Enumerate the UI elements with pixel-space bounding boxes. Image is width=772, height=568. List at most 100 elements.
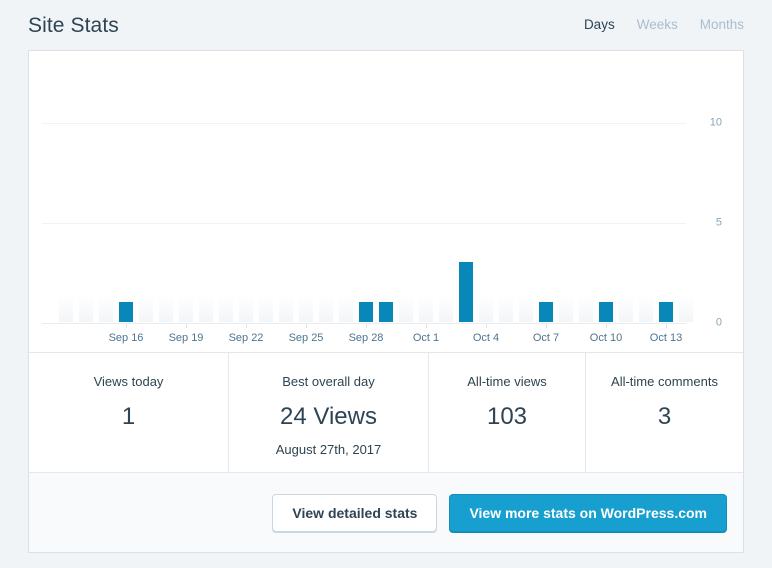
x-axis-tick [306, 323, 307, 328]
gridline-0 [42, 323, 686, 324]
chart-bar[interactable] [59, 122, 73, 322]
bar-background [519, 294, 533, 322]
chart-bar[interactable] [499, 122, 513, 322]
stat-label: All-time views [467, 374, 547, 389]
view-more-stats-wordpress-button[interactable]: View more stats on WordPress.com [449, 493, 727, 532]
chart-bar[interactable] [119, 122, 133, 322]
chart-bar[interactable] [219, 122, 233, 322]
chart-bar[interactable] [559, 122, 573, 322]
x-axis-label: Sep 22 [228, 332, 264, 344]
stat-value: 103 [486, 403, 528, 430]
x-axis-tick [546, 323, 547, 328]
bar-background [639, 294, 653, 322]
bar-value [659, 302, 673, 322]
chart-bars [59, 122, 693, 322]
bar-background [99, 294, 113, 322]
stats-summary-row: Views today 1 Best overall day 24 Views … [29, 353, 743, 473]
bar-background [499, 294, 513, 322]
bar-background [419, 294, 433, 322]
x-axis-label: Sep 25 [288, 332, 324, 344]
view-detailed-stats-button[interactable]: View detailed stats [272, 493, 438, 532]
bar-background [399, 294, 413, 322]
chart-bar[interactable] [339, 122, 353, 322]
chart-bar[interactable] [579, 122, 593, 322]
chart-bar[interactable] [139, 122, 153, 322]
bar-value [359, 302, 373, 322]
x-axis-label: Oct 10 [589, 332, 623, 344]
chart-bar[interactable] [319, 122, 333, 322]
chart-bar[interactable] [199, 122, 213, 322]
stats-card: 0 5 10 Sep 16 Sep 19 Sep 22 Sep 25 Sep 28 Oct 1… [28, 50, 744, 553]
stat-value: 24 Views [280, 403, 377, 430]
chart-bar[interactable] [459, 122, 473, 322]
y-axis-label: 0 [715, 316, 722, 329]
x-axis-label: Sep 19 [168, 332, 204, 344]
chart-bar[interactable] [419, 122, 433, 322]
stat-label: Best overall day [282, 374, 375, 389]
bar-background [579, 294, 593, 322]
stat-sublabel: August 27th, 2017 [275, 442, 382, 458]
x-axis-tick [186, 323, 187, 328]
tab-months[interactable]: Months [700, 18, 744, 32]
chart-bar[interactable] [659, 122, 673, 322]
chart-bar[interactable] [679, 122, 693, 322]
y-axis-label: 5 [715, 216, 722, 229]
chart-bar[interactable] [619, 122, 633, 322]
bar-background [79, 294, 93, 322]
chart-bar[interactable] [399, 122, 413, 322]
x-axis-tick [606, 323, 607, 328]
site-stats-widget: Site Stats Days Weeks Months 0 5 10 Sep 16… [0, 0, 772, 568]
chart-bar[interactable] [79, 122, 93, 322]
bar-value [119, 302, 133, 322]
x-axis-label: Sep 16 [108, 332, 144, 344]
stat-views-today: Views today 1 [29, 353, 229, 472]
bar-background [239, 294, 253, 322]
chart-bar[interactable] [539, 122, 553, 322]
x-axis-tick [246, 323, 247, 328]
stat-value: 1 [121, 403, 136, 430]
tab-days[interactable]: Days [584, 18, 615, 32]
chart-bar[interactable] [639, 122, 653, 322]
chart-bar[interactable] [439, 122, 453, 322]
chart-bar[interactable] [519, 122, 533, 322]
bar-background [679, 294, 693, 322]
bar-background [299, 294, 313, 322]
chart-bar[interactable] [259, 122, 273, 322]
bar-value [459, 262, 473, 322]
stat-value: 3 [657, 403, 672, 430]
stat-label: All-time comments [611, 374, 718, 389]
chart-plot-area: 0 5 10 Sep 16 Sep 19 Sep 22 Sep 25 Sep 28 Oct 1… [42, 73, 730, 352]
stat-label: Views today [93, 374, 164, 389]
bar-background [159, 294, 173, 322]
x-axis-tick [126, 323, 127, 328]
x-axis-label: Oct 7 [532, 332, 560, 344]
stat-all-time-views: All-time views 103 [429, 353, 586, 472]
chart-bar[interactable] [159, 122, 173, 322]
tab-weeks[interactable]: Weeks [637, 18, 678, 32]
bar-value [539, 302, 553, 322]
x-axis-label: Oct 4 [472, 332, 500, 344]
bar-value [379, 302, 393, 322]
chart-bar[interactable] [239, 122, 253, 322]
bar-background [179, 294, 193, 322]
bar-background [279, 294, 293, 322]
chart-bar[interactable] [179, 122, 193, 322]
x-axis-label: Oct 1 [412, 332, 440, 344]
chart-bar[interactable] [99, 122, 113, 322]
x-axis-label: Sep 28 [348, 332, 384, 344]
page-title: Site Stats [28, 13, 119, 37]
card-footer: View detailed stats View more stats on W… [29, 473, 743, 552]
chart-bar[interactable] [359, 122, 373, 322]
chart-bar[interactable] [379, 122, 393, 322]
period-tabs: Days Weeks Months [584, 18, 744, 32]
bar-background [479, 294, 493, 322]
bar-background [139, 294, 153, 322]
bar-background [439, 294, 453, 322]
chart-bar[interactable] [479, 122, 493, 322]
x-axis-tick [486, 323, 487, 328]
chart-bar[interactable] [599, 122, 613, 322]
chart-bar[interactable] [299, 122, 313, 322]
chart-bar[interactable] [279, 122, 293, 322]
stats-chart: 0 5 10 Sep 16 Sep 19 Sep 22 Sep 25 Sep 28 Oct 1… [29, 51, 743, 353]
x-axis-tick [666, 323, 667, 328]
